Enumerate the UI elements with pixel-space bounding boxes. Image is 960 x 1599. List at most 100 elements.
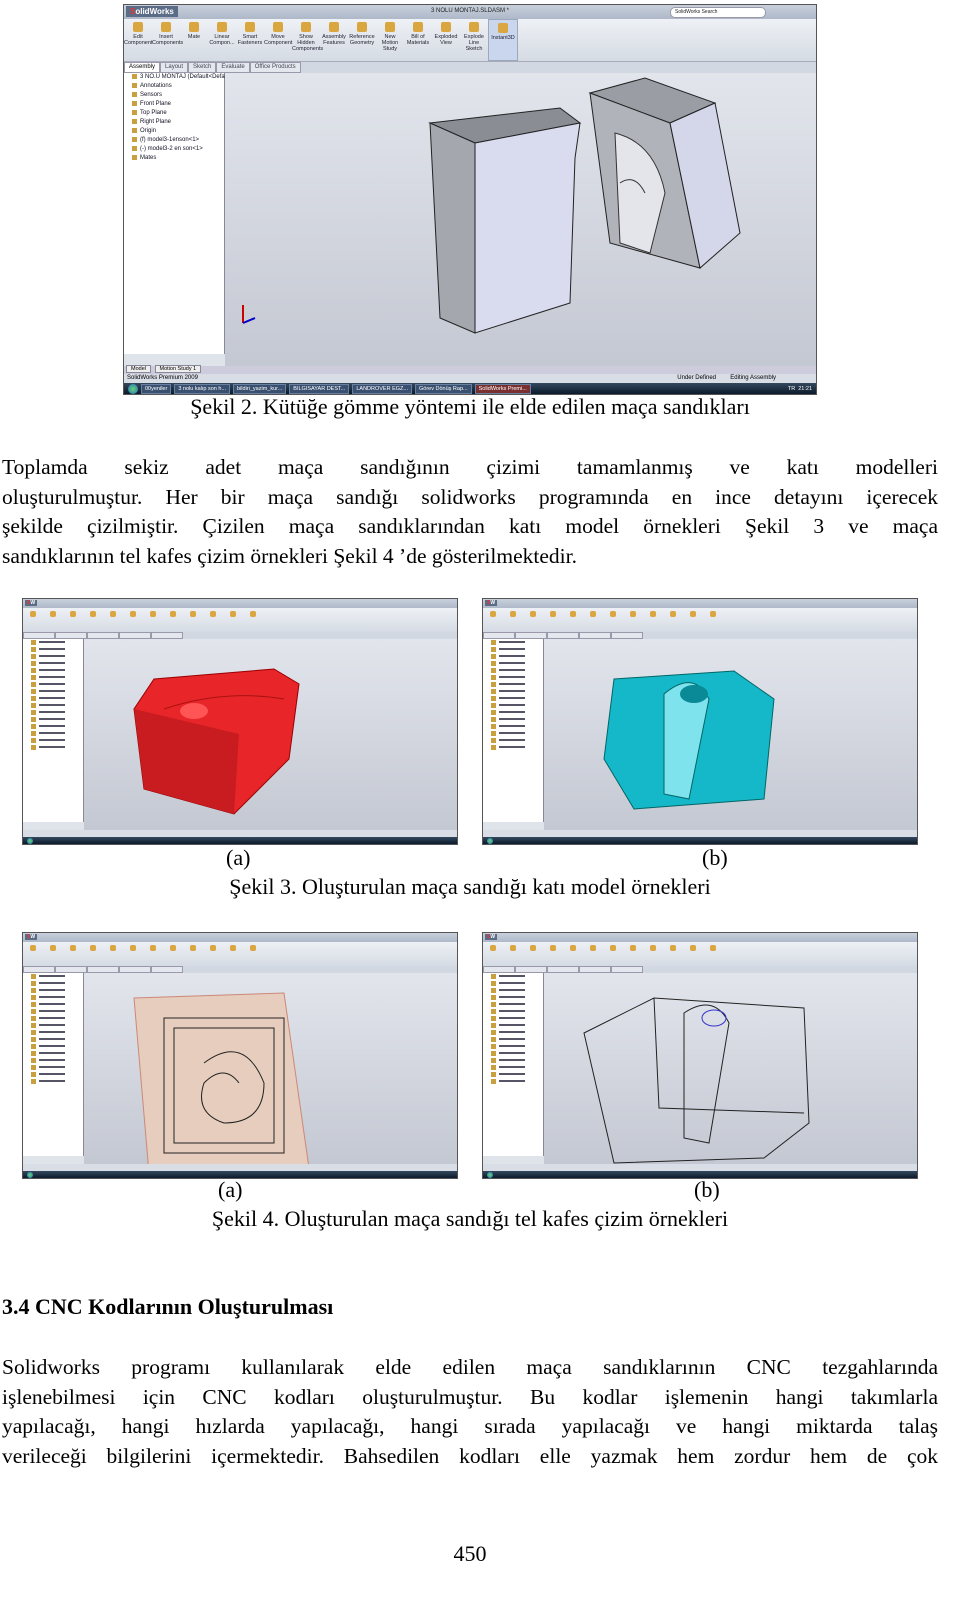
tree-item[interactable] <box>23 1057 83 1064</box>
tree-item[interactable] <box>23 987 83 994</box>
ribbon-button[interactable] <box>103 942 123 966</box>
tree-item[interactable] <box>23 1015 83 1022</box>
tree-item[interactable] <box>483 730 543 737</box>
tree-item[interactable] <box>483 737 543 744</box>
tree-item[interactable] <box>23 1022 83 1029</box>
tree-item[interactable] <box>23 1043 83 1050</box>
taskbar-item[interactable]: SolidWorks Premi... <box>474 383 531 394</box>
ribbon-button[interactable] <box>63 942 83 966</box>
tree-item[interactable] <box>23 730 83 737</box>
tree-item[interactable] <box>23 660 83 667</box>
ribbon-button[interactable] <box>83 942 103 966</box>
command-tab[interactable] <box>119 966 151 973</box>
tree-item[interactable] <box>23 646 83 653</box>
tree-item[interactable] <box>23 1029 83 1036</box>
ribbon-button[interactable] <box>63 608 83 632</box>
tree-item[interactable] <box>483 1015 543 1022</box>
tree-item[interactable] <box>483 1022 543 1029</box>
tree-item[interactable] <box>23 737 83 744</box>
tree-item[interactable] <box>23 973 83 980</box>
tree-item[interactable] <box>483 1078 543 1085</box>
ribbon-button[interactable]: Bill of Materials <box>404 19 432 61</box>
ribbon-button[interactable] <box>163 608 183 632</box>
ribbon-button[interactable] <box>603 942 623 966</box>
tree-item[interactable] <box>483 987 543 994</box>
ribbon-button[interactable] <box>563 942 583 966</box>
tree-item[interactable] <box>23 667 83 674</box>
ribbon-button[interactable] <box>203 942 223 966</box>
taskbar-item[interactable]: BILGISAYAR DEST... <box>289 383 350 394</box>
taskbar-item[interactable]: 3 nolu kalıp son h... <box>174 383 231 394</box>
ribbon-button[interactable] <box>583 608 603 632</box>
taskbar-item[interactable]: LANDROVER EGZ... <box>352 383 412 394</box>
ribbon-button[interactable] <box>623 608 643 632</box>
ribbon-button[interactable] <box>123 608 143 632</box>
command-tab[interactable] <box>579 966 611 973</box>
ribbon-button[interactable] <box>703 608 723 632</box>
ribbon-button[interactable] <box>23 608 43 632</box>
ribbon-button[interactable] <box>183 942 203 966</box>
ribbon-button[interactable]: Move Component <box>264 19 292 61</box>
ribbon-button[interactable] <box>143 942 163 966</box>
ribbon-button[interactable]: Insert Components <box>152 19 183 61</box>
tree-item[interactable] <box>483 695 543 702</box>
command-tab[interactable] <box>119 632 151 639</box>
tree-item[interactable] <box>483 660 543 667</box>
command-tab[interactable] <box>547 632 579 639</box>
command-tab[interactable] <box>611 632 643 639</box>
ribbon-button[interactable] <box>243 942 263 966</box>
start-button[interactable] <box>128 383 138 394</box>
command-tab[interactable]: Evaluate <box>216 62 250 73</box>
tree-item[interactable] <box>483 639 543 646</box>
command-tab[interactable] <box>579 632 611 639</box>
tree-item[interactable]: (-) model3-2 en son<1> <box>124 145 224 154</box>
ribbon-button[interactable]: New Motion Study <box>376 19 404 61</box>
tree-item[interactable] <box>483 674 543 681</box>
tree-item[interactable] <box>23 1036 83 1043</box>
taskbar-item[interactable]: 00yeniler <box>141 383 172 394</box>
tree-item[interactable] <box>23 1050 83 1057</box>
tree-item[interactable] <box>483 1043 543 1050</box>
tree-item[interactable] <box>483 1008 543 1015</box>
tree-item[interactable] <box>483 1064 543 1071</box>
ribbon-button[interactable] <box>203 608 223 632</box>
command-tab[interactable] <box>483 966 515 973</box>
tree-item[interactable] <box>23 688 83 695</box>
command-tab[interactable] <box>547 966 579 973</box>
ribbon-button[interactable] <box>683 608 703 632</box>
command-tab[interactable]: Assembly <box>124 62 161 73</box>
tab-motion-study[interactable]: Motion Study 1 <box>154 365 202 373</box>
ribbon-button[interactable] <box>43 608 63 632</box>
tree-item[interactable] <box>23 1078 83 1085</box>
tree-item[interactable] <box>483 994 543 1001</box>
tree-item[interactable] <box>23 653 83 660</box>
command-tab[interactable] <box>23 966 55 973</box>
tree-item[interactable]: Top Plane <box>124 109 224 118</box>
tree-item[interactable]: Mates <box>124 154 224 163</box>
tree-item[interactable] <box>483 1071 543 1078</box>
ribbon-button[interactable] <box>163 942 183 966</box>
ribbon-button[interactable] <box>143 608 163 632</box>
ribbon-button[interactable] <box>563 608 583 632</box>
tree-item[interactable] <box>23 723 83 730</box>
tree-item[interactable] <box>483 667 543 674</box>
ribbon-button[interactable] <box>483 942 503 966</box>
ribbon-button[interactable] <box>223 608 243 632</box>
tree-item[interactable]: Front Plane <box>124 100 224 109</box>
ribbon-button[interactable] <box>703 942 723 966</box>
tree-item[interactable] <box>483 973 543 980</box>
tree-item[interactable] <box>483 716 543 723</box>
ribbon-button[interactable] <box>523 608 543 632</box>
ribbon-button[interactable] <box>83 608 103 632</box>
command-tab[interactable] <box>151 966 183 973</box>
tree-item[interactable] <box>23 1008 83 1015</box>
ribbon-button[interactable] <box>603 608 623 632</box>
ribbon-button[interactable]: Instant3D <box>488 19 518 61</box>
start-button[interactable] <box>27 1171 33 1178</box>
tree-item[interactable] <box>483 653 543 660</box>
start-button[interactable] <box>27 837 33 844</box>
search-input[interactable]: SolidWorks Search <box>670 7 766 18</box>
ribbon-button[interactable] <box>223 942 243 966</box>
command-tab[interactable] <box>23 632 55 639</box>
command-tab[interactable]: Office Products <box>249 62 301 73</box>
